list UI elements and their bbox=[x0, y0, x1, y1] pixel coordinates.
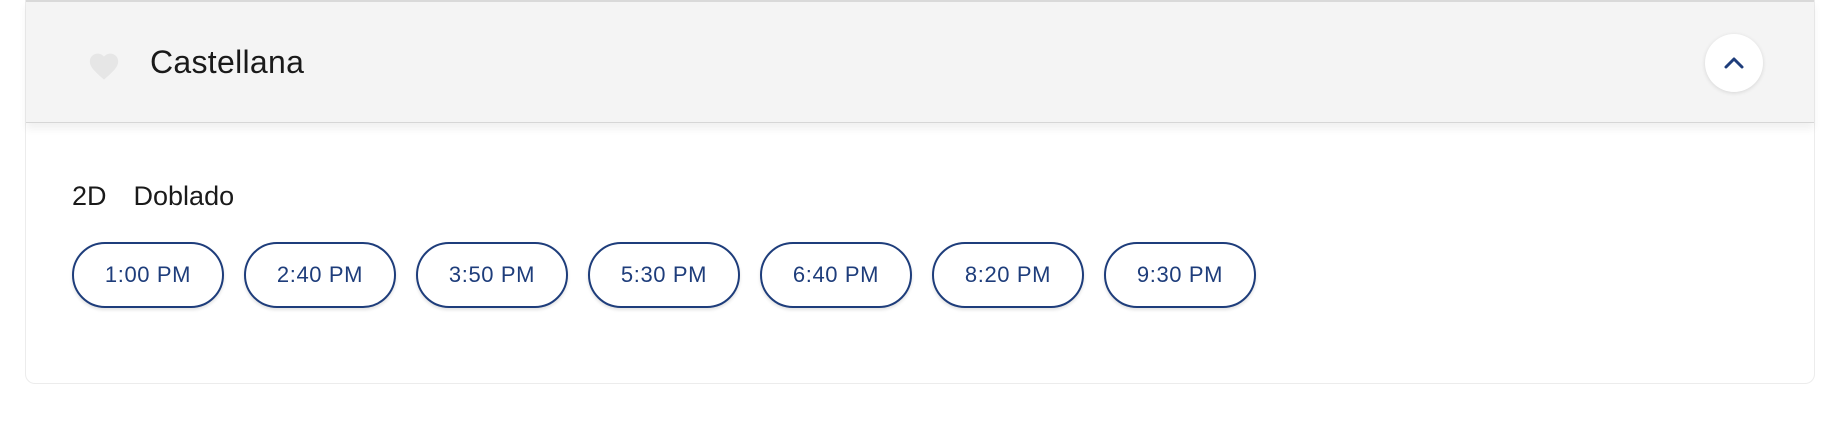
chevron-up-icon bbox=[1724, 57, 1744, 69]
showtime-button[interactable]: 5:30 PM bbox=[588, 242, 740, 308]
heart-icon[interactable] bbox=[87, 49, 121, 81]
showtime-list: 1:00 PM 2:40 PM 3:50 PM 5:30 PM 6:40 PM … bbox=[72, 242, 1256, 308]
collapse-button[interactable] bbox=[1705, 34, 1763, 92]
format-label: 2D Doblado bbox=[72, 181, 235, 211]
theater-card: Castellana 2D Doblado 1:00 PM 2:40 PM 3:… bbox=[25, 0, 1815, 384]
showtime-button[interactable]: 6:40 PM bbox=[760, 242, 912, 308]
theater-header[interactable]: Castellana bbox=[26, 0, 1814, 123]
showtime-button[interactable]: 1:00 PM bbox=[72, 242, 224, 308]
showtime-button[interactable]: 2:40 PM bbox=[244, 242, 396, 308]
showtime-button[interactable]: 3:50 PM bbox=[416, 242, 568, 308]
theater-name: Castellana bbox=[150, 44, 305, 80]
showtime-button[interactable]: 9:30 PM bbox=[1104, 242, 1256, 308]
showtime-button[interactable]: 8:20 PM bbox=[932, 242, 1084, 308]
